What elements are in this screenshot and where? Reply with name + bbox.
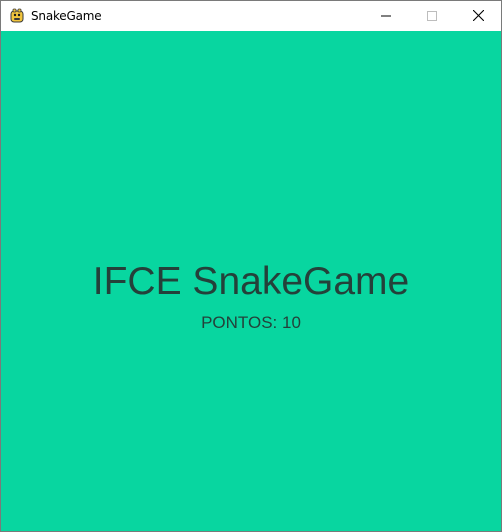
window-controls xyxy=(363,1,501,31)
close-icon xyxy=(472,9,484,24)
game-canvas[interactable]: IFCE SnakeGame PONTOS: 10 xyxy=(1,31,501,531)
maximize-icon xyxy=(427,9,437,24)
score-value: 10 xyxy=(282,313,301,332)
maximize-button[interactable] xyxy=(409,1,455,31)
close-button[interactable] xyxy=(455,1,501,31)
title-bar[interactable]: SnakeGame xyxy=(1,1,501,31)
score-label: PONTOS: xyxy=(201,313,282,332)
minimize-button[interactable] xyxy=(363,1,409,31)
python-snake-icon xyxy=(9,8,25,24)
game-window: SnakeGame IFCE SnakeGame PONTOS: 10 xyxy=(0,0,502,532)
score-display: PONTOS: 10 xyxy=(1,312,501,334)
window-title: SnakeGame xyxy=(31,9,102,23)
minimize-icon xyxy=(381,9,391,24)
game-title: IFCE SnakeGame xyxy=(92,260,410,303)
